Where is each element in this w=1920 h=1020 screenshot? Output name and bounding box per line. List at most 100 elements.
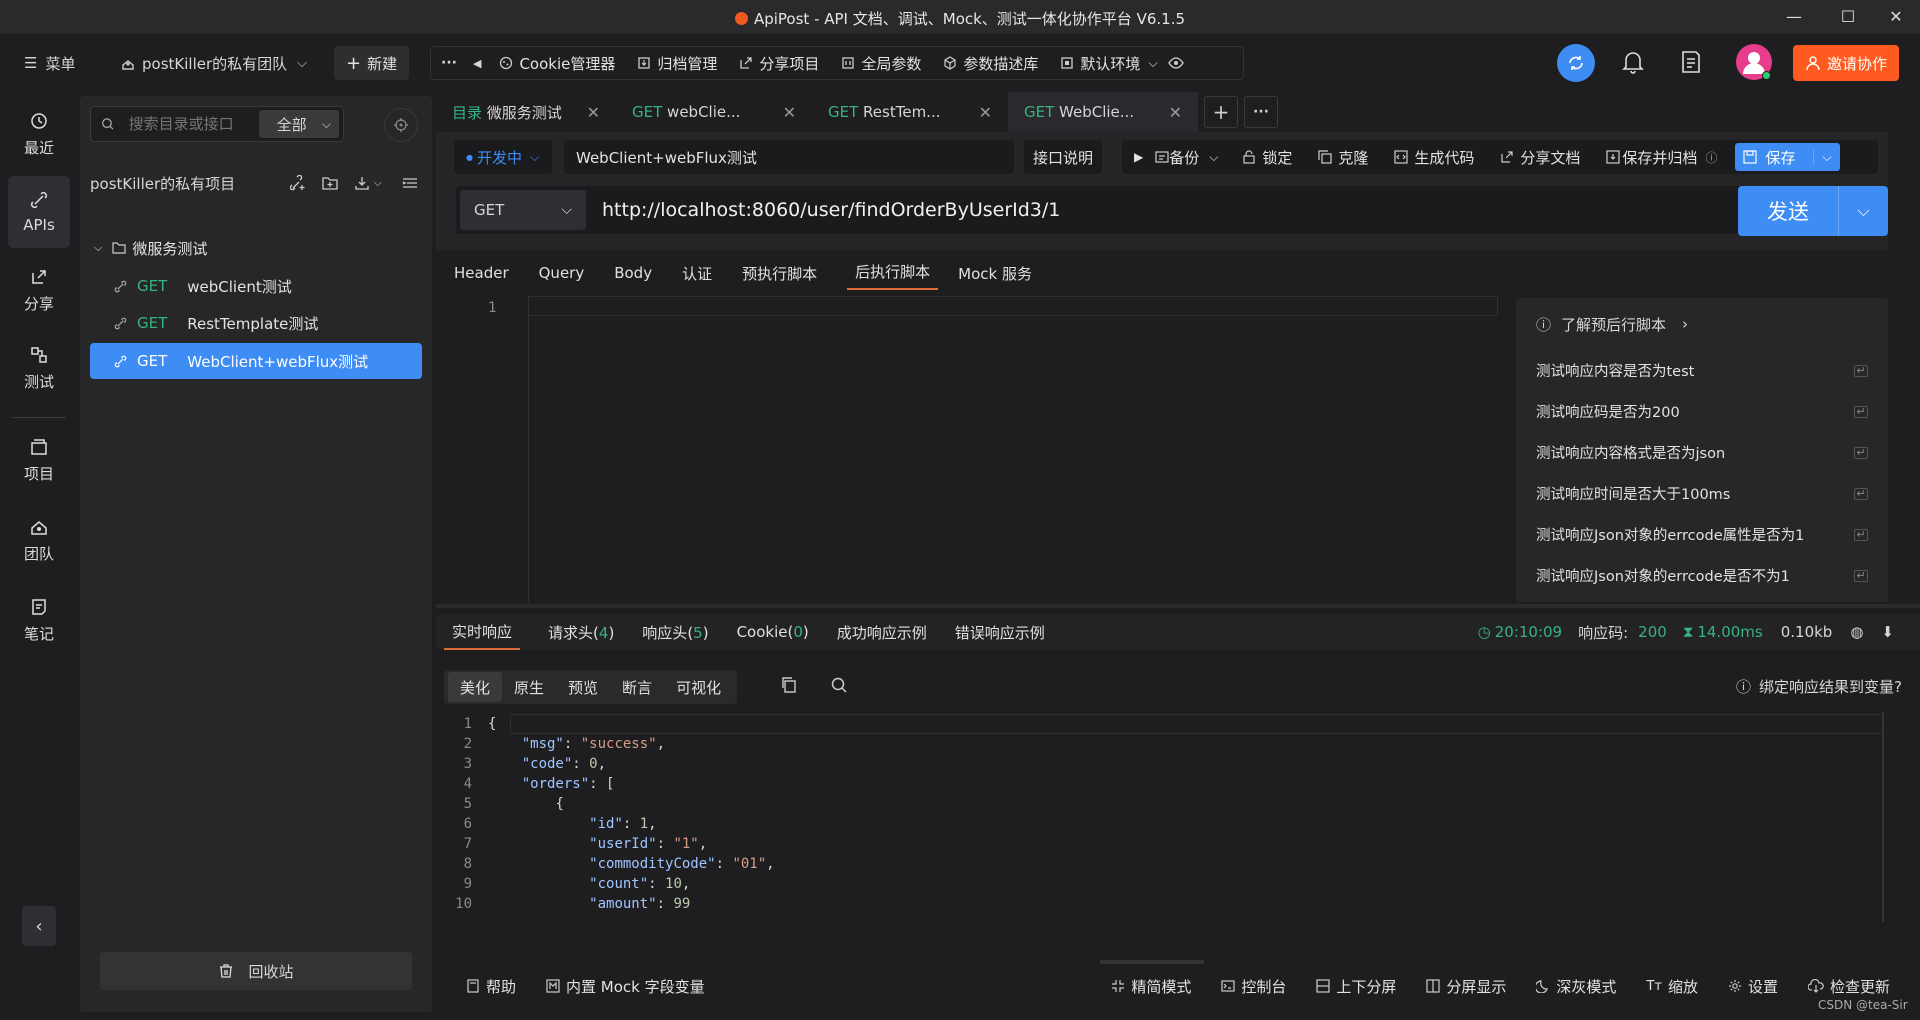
more-tools-button[interactable]: ··· <box>441 55 457 71</box>
chevron-down-icon[interactable]: ⌵ <box>1838 186 1888 236</box>
search-response-button[interactable] <box>830 676 848 698</box>
method-select[interactable]: GET ⌵ <box>460 190 586 230</box>
notification-button[interactable] <box>1622 50 1644 78</box>
snippet-item[interactable]: 测试响应Json对象的errcode是否不为1 ↵ <box>1516 555 1888 596</box>
eye-icon[interactable] <box>1167 55 1184 71</box>
view-preview[interactable]: 预览 <box>556 672 610 702</box>
global-params-button[interactable]: 全局参数 <box>841 53 921 74</box>
clone-button[interactable]: 克隆 <box>1318 147 1368 168</box>
tab-webclient[interactable]: GET webClie... ✕ <box>616 92 812 132</box>
tab-auth[interactable]: 认证 <box>682 259 712 288</box>
tab-success-example[interactable]: 成功响应示例 <box>837 622 927 643</box>
tab-pre-script[interactable]: 预执行脚本 <box>742 259 817 288</box>
environment-selector[interactable]: 默认环境 ⌵ <box>1060 53 1158 74</box>
close-icon[interactable]: ✕ <box>1169 103 1182 122</box>
split-horizontal-button[interactable]: 分屏显示 <box>1426 976 1506 997</box>
cookie-manager-button[interactable]: Cookie管理器 <box>499 53 615 74</box>
tree-item-resttemplate[interactable]: GET RestTemplate测试 <box>90 305 422 341</box>
bind-variable-link[interactable]: ⓘ 绑定响应结果到变量? <box>1736 676 1902 697</box>
param-library-button[interactable]: 参数描述库 <box>943 53 1038 74</box>
menu-button[interactable]: ☰ 菜单 <box>24 46 75 80</box>
send-button[interactable]: 发送 ⌵ <box>1738 186 1888 236</box>
collapse-sidebar-button[interactable]: ‹ <box>22 906 56 946</box>
view-pretty[interactable]: 美化 <box>448 672 503 702</box>
save-button[interactable]: 保存 ⌵ <box>1735 143 1840 171</box>
share-project-button[interactable]: 分享项目 <box>739 53 819 74</box>
snippet-item[interactable]: 测试响应内容是否为test ↵ <box>1516 350 1888 391</box>
snippet-item[interactable]: 测试响应Json对象的errcode属性是否为1 ↵ <box>1516 514 1888 555</box>
zoom-button[interactable]: Tт 缩放 <box>1646 976 1698 997</box>
add-api-icon[interactable] <box>289 175 306 191</box>
chevron-down-icon[interactable]: ⌵ <box>374 176 382 190</box>
copy-button[interactable] <box>780 676 798 698</box>
locate-button[interactable] <box>384 108 418 142</box>
nav-recent[interactable]: 最近 <box>8 98 70 170</box>
download-icon[interactable]: ⬇ <box>1881 623 1894 641</box>
split-divider[interactable] <box>436 604 1920 608</box>
tab-header[interactable]: Header <box>454 260 509 286</box>
minimize-button[interactable]: — <box>1772 4 1816 30</box>
snippet-item[interactable]: 测试响应码是否为200 ↵ <box>1516 391 1888 432</box>
lock-button[interactable]: 锁定 <box>1242 147 1292 168</box>
tab-response-headers[interactable]: 响应头(5) <box>642 622 708 643</box>
tab-resttemplate[interactable]: GET RestTem... ✕ <box>812 92 1008 132</box>
team-selector[interactable]: postKiller的私有团队 ⌵ <box>120 46 307 80</box>
globe-icon[interactable]: ◍ <box>1850 623 1863 641</box>
api-doc-button[interactable]: 接口说明 <box>1024 140 1102 174</box>
tree-item-webclient[interactable]: GET webClient测试 <box>90 268 422 304</box>
tab-post-script[interactable]: 后执行脚本 <box>847 257 939 290</box>
response-body-editor[interactable]: 1{2 "msg": "success", 3 "code": 0, 4 "orde… <box>436 712 1884 922</box>
script-editor[interactable]: 1 <box>436 296 1514 602</box>
snippet-item[interactable]: 测试响应内容格式是否为json ↵ <box>1516 432 1888 473</box>
nav-project[interactable]: 项目 <box>8 424 70 496</box>
tab-request-headers[interactable]: 请求头(4) <box>548 622 614 643</box>
feedback-button[interactable] <box>1680 50 1702 78</box>
tab-webflux[interactable]: GET WebClie... ✕ <box>1008 92 1198 132</box>
view-assert[interactable]: 断言 <box>610 672 664 702</box>
maximize-button[interactable]: ☐ <box>1826 4 1870 30</box>
archive-button[interactable]: 归档管理 <box>637 53 717 74</box>
split-handle[interactable] <box>1100 960 1204 964</box>
close-icon[interactable]: ✕ <box>783 103 796 122</box>
snippet-item[interactable]: 测试响应时间是否大于100ms ↵ <box>1516 473 1888 514</box>
sort-list-icon[interactable] <box>402 175 418 191</box>
nav-team[interactable]: 团队 <box>8 504 70 576</box>
snippets-header[interactable]: ⓘ 了解预后行脚本 › <box>1516 298 1888 350</box>
add-tab-button[interactable]: + <box>1204 96 1238 128</box>
import-icon[interactable] <box>354 175 370 191</box>
chevron-down-icon[interactable]: ⌵ <box>1209 150 1218 165</box>
editor-scrollbar[interactable] <box>1882 712 1884 922</box>
invite-button[interactable]: 邀请协作 <box>1793 45 1900 81</box>
compact-mode-button[interactable]: 精简模式 <box>1111 976 1191 997</box>
nav-notes[interactable]: 笔记 <box>8 584 70 656</box>
new-button[interactable]: + 新建 <box>334 46 410 80</box>
tab-cookie[interactable]: Cookie(0) <box>737 623 809 641</box>
tab-mock[interactable]: Mock 服务 <box>958 259 1032 288</box>
tab-body[interactable]: Body <box>614 260 652 286</box>
nav-test[interactable]: 测试 <box>8 332 70 404</box>
collapse-arrow-icon[interactable]: ◀ <box>473 57 481 70</box>
chevron-down-icon[interactable]: ⌵ <box>1813 149 1832 165</box>
view-visualize[interactable]: 可视化 <box>664 672 733 702</box>
tree-item-webflux[interactable]: GET WebClient+webFlux测试 <box>90 343 422 379</box>
check-update-button[interactable]: 检查更新 <box>1807 976 1890 997</box>
save-archive-button[interactable]: 保存并归档 <box>1606 147 1697 168</box>
status-select[interactable]: ● 开发中 ⌵ <box>454 140 552 174</box>
dark-mode-button[interactable]: 深灰模式 <box>1536 976 1616 997</box>
more-tabs-button[interactable]: ··· <box>1244 96 1278 128</box>
backup-button[interactable]: 备份 <box>1155 147 1199 168</box>
avatar[interactable] <box>1736 44 1772 80</box>
run-icon[interactable]: ▶ <box>1134 150 1143 164</box>
nav-apis[interactable]: APIs <box>8 176 70 248</box>
console-button[interactable]: 控制台 <box>1221 976 1286 997</box>
help-icon[interactable]: ⓘ <box>1705 149 1717 166</box>
tab-folder[interactable]: 目录 微服务测试 ✕ <box>436 92 616 132</box>
tab-error-example[interactable]: 错误响应示例 <box>955 622 1045 643</box>
tab-query[interactable]: Query <box>539 260 585 286</box>
url-input[interactable]: http://localhost:8060/user/findOrderByUs… <box>602 199 1060 221</box>
tree-search-input[interactable] <box>128 115 259 133</box>
view-raw[interactable]: 原生 <box>502 672 556 702</box>
close-icon[interactable]: ✕ <box>587 103 600 122</box>
folder-item[interactable]: ⌵ 微服务测试 <box>80 230 420 266</box>
nav-share[interactable]: 分享 <box>8 254 70 326</box>
